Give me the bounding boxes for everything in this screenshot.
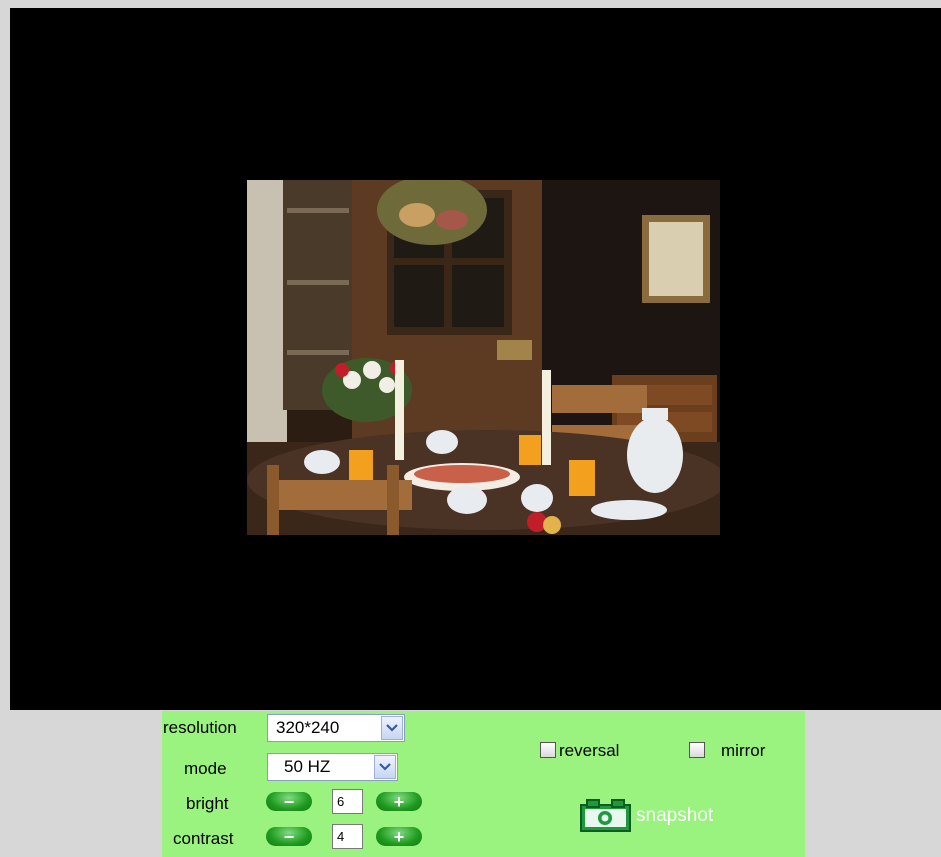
contrast-label: contrast <box>173 829 234 848</box>
snapshot-button[interactable]: snapshot <box>636 805 713 827</box>
dining-room-image <box>247 180 720 535</box>
chevron-down-icon[interactable] <box>374 755 396 779</box>
mirror-checkbox[interactable] <box>689 742 705 758</box>
bright-value-field[interactable]: 6 <box>332 789 363 814</box>
plus-icon: + <box>393 791 405 812</box>
camera-icon[interactable] <box>579 799 632 832</box>
camera-control-panel: resolution 320*240 mode 50 HZ bright − 6… <box>162 711 805 857</box>
bright-decrease-button[interactable]: − <box>266 792 312 811</box>
reversal-label: reversal <box>559 741 620 760</box>
bright-label: bright <box>186 794 229 813</box>
minus-icon: − <box>283 791 295 812</box>
resolution-label: resolution <box>163 718 237 737</box>
contrast-increase-button[interactable]: + <box>376 827 422 846</box>
contrast-decrease-button[interactable]: − <box>266 827 312 846</box>
camera-video-feed <box>247 180 720 535</box>
mode-value: 50 HZ <box>284 757 331 776</box>
chevron-down-icon[interactable] <box>381 716 403 740</box>
mirror-label: mirror <box>721 741 766 760</box>
reversal-checkbox[interactable] <box>540 742 556 758</box>
mode-select[interactable]: 50 HZ <box>267 753 398 781</box>
contrast-value-field[interactable]: 4 <box>332 824 363 849</box>
plus-icon: + <box>393 826 405 847</box>
video-viewer <box>10 8 941 710</box>
mode-label: mode <box>184 759 227 778</box>
resolution-select[interactable]: 320*240 <box>267 714 405 742</box>
minus-icon: − <box>283 826 295 847</box>
resolution-value: 320*240 <box>276 718 340 737</box>
bright-increase-button[interactable]: + <box>376 792 422 811</box>
